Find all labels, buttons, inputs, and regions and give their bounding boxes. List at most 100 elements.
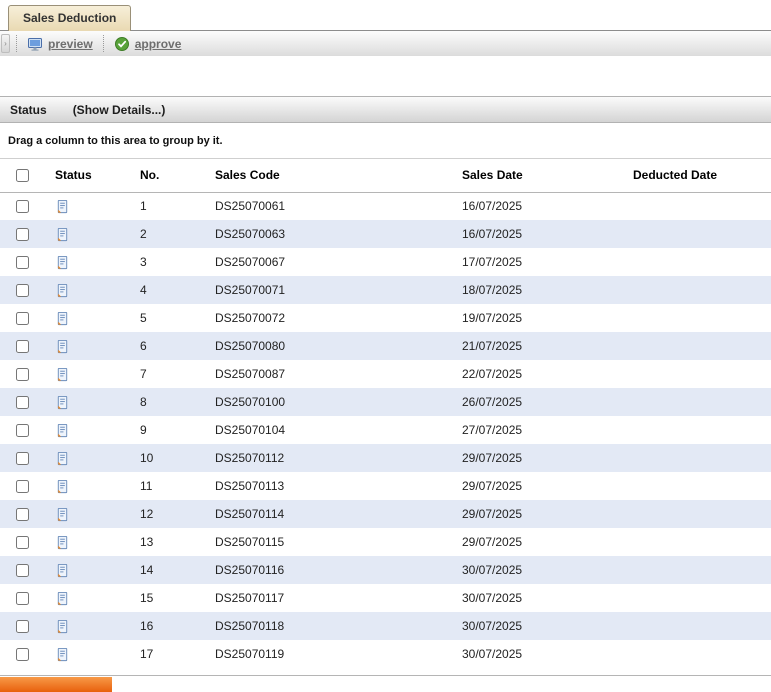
- group-by-area[interactable]: Drag a column to this area to group by i…: [0, 123, 771, 159]
- row-no: 16: [130, 612, 205, 640]
- row-status-cell: [45, 416, 130, 444]
- document-icon[interactable]: [55, 311, 70, 326]
- row-status-cell: [45, 640, 130, 668]
- row-checkbox[interactable]: [16, 396, 29, 409]
- document-icon[interactable]: [55, 507, 70, 522]
- row-checkbox[interactable]: [16, 256, 29, 269]
- row-checkbox[interactable]: [16, 200, 29, 213]
- row-sales-code: DS25070071: [205, 276, 452, 304]
- document-icon[interactable]: [55, 255, 70, 270]
- row-check-cell: [0, 640, 45, 668]
- grid-row[interactable]: 3DS2507006717/07/2025: [0, 248, 771, 276]
- document-icon[interactable]: [55, 199, 70, 214]
- column-header-no[interactable]: No.: [130, 159, 205, 192]
- row-checkbox[interactable]: [16, 480, 29, 493]
- document-icon[interactable]: [55, 591, 70, 606]
- document-icon[interactable]: [55, 367, 70, 382]
- row-deducted-date: [623, 192, 771, 220]
- grid-row[interactable]: 13DS2507011529/07/2025: [0, 528, 771, 556]
- row-sales-date: 16/07/2025: [452, 220, 623, 248]
- document-icon[interactable]: [55, 395, 70, 410]
- row-sales-code: DS25070072: [205, 304, 452, 332]
- row-checkbox[interactable]: [16, 228, 29, 241]
- document-icon[interactable]: [55, 339, 70, 354]
- row-checkbox[interactable]: [16, 564, 29, 577]
- row-checkbox[interactable]: [16, 452, 29, 465]
- grid-row[interactable]: 11DS2507011329/07/2025: [0, 472, 771, 500]
- toolbar-separator: [103, 35, 104, 52]
- sales-grid: Status No. Sales Code Sales Date Deducte…: [0, 159, 771, 668]
- row-checkbox[interactable]: [16, 284, 29, 297]
- grid-row[interactable]: 17DS2507011930/07/2025: [0, 640, 771, 668]
- grid-row[interactable]: 12DS2507011429/07/2025: [0, 500, 771, 528]
- row-check-cell: [0, 248, 45, 276]
- grid-row[interactable]: 15DS2507011730/07/2025: [0, 584, 771, 612]
- document-icon[interactable]: [55, 479, 70, 494]
- show-details-link[interactable]: (Show Details...): [73, 103, 166, 117]
- footer-divider: [0, 675, 771, 676]
- row-sales-code: DS25070087: [205, 360, 452, 388]
- document-icon[interactable]: [55, 535, 70, 550]
- row-checkbox[interactable]: [16, 424, 29, 437]
- row-deducted-date: [623, 500, 771, 528]
- grid-row[interactable]: 6DS2507008021/07/2025: [0, 332, 771, 360]
- row-deducted-date: [623, 360, 771, 388]
- row-checkbox[interactable]: [16, 340, 29, 353]
- column-header-sales-code[interactable]: Sales Code: [205, 159, 452, 192]
- row-checkbox[interactable]: [16, 368, 29, 381]
- row-no: 17: [130, 640, 205, 668]
- document-icon[interactable]: [55, 563, 70, 578]
- toolbar-handle-icon[interactable]: ›: [1, 34, 10, 53]
- row-check-cell: [0, 360, 45, 388]
- row-check-cell: [0, 528, 45, 556]
- row-status-cell: [45, 276, 130, 304]
- row-no: 6: [130, 332, 205, 360]
- row-sales-date: 22/07/2025: [452, 360, 623, 388]
- row-checkbox[interactable]: [16, 648, 29, 661]
- row-sales-code: DS25070115: [205, 528, 452, 556]
- document-icon[interactable]: [55, 283, 70, 298]
- document-icon[interactable]: [55, 647, 70, 662]
- grid-row[interactable]: 7DS2507008722/07/2025: [0, 360, 771, 388]
- grid-row[interactable]: 5DS2507007219/07/2025: [0, 304, 771, 332]
- row-checkbox[interactable]: [16, 592, 29, 605]
- grid-row[interactable]: 16DS2507011830/07/2025: [0, 612, 771, 640]
- row-sales-code: DS25070116: [205, 556, 452, 584]
- row-check-cell: [0, 556, 45, 584]
- row-check-cell: [0, 304, 45, 332]
- row-checkbox[interactable]: [16, 508, 29, 521]
- row-sales-date: 30/07/2025: [452, 556, 623, 584]
- grid-row[interactable]: 2DS2507006316/07/2025: [0, 220, 771, 248]
- grid-row[interactable]: 14DS2507011630/07/2025: [0, 556, 771, 584]
- preview-button[interactable]: preview: [23, 34, 97, 54]
- row-checkbox[interactable]: [16, 620, 29, 633]
- row-sales-code: DS25070114: [205, 500, 452, 528]
- document-icon[interactable]: [55, 423, 70, 438]
- grid-row[interactable]: 10DS2507011229/07/2025: [0, 444, 771, 472]
- row-deducted-date: [623, 444, 771, 472]
- row-checkbox[interactable]: [16, 536, 29, 549]
- tab-sales-deduction[interactable]: Sales Deduction: [8, 5, 131, 31]
- column-header-sales-date[interactable]: Sales Date: [452, 159, 623, 192]
- document-icon[interactable]: [55, 619, 70, 634]
- row-no: 12: [130, 500, 205, 528]
- row-checkbox[interactable]: [16, 312, 29, 325]
- grid-row[interactable]: 8DS2507010026/07/2025: [0, 388, 771, 416]
- row-no: 10: [130, 444, 205, 472]
- row-no: 2: [130, 220, 205, 248]
- row-no: 4: [130, 276, 205, 304]
- select-all-checkbox[interactable]: [16, 169, 29, 182]
- column-header-deducted-date[interactable]: Deducted Date: [623, 159, 771, 192]
- row-sales-date: 30/07/2025: [452, 640, 623, 668]
- document-icon[interactable]: [55, 227, 70, 242]
- document-icon[interactable]: [55, 451, 70, 466]
- row-no: 1: [130, 192, 205, 220]
- column-header-status[interactable]: Status: [45, 159, 130, 192]
- row-deducted-date: [623, 416, 771, 444]
- grid-row[interactable]: 9DS2507010427/07/2025: [0, 416, 771, 444]
- status-group-header[interactable]: Status (Show Details...): [0, 96, 771, 123]
- row-sales-date: 29/07/2025: [452, 444, 623, 472]
- grid-row[interactable]: 4DS2507007118/07/2025: [0, 276, 771, 304]
- approve-button[interactable]: approve: [110, 34, 186, 54]
- grid-row[interactable]: 1DS2507006116/07/2025: [0, 192, 771, 220]
